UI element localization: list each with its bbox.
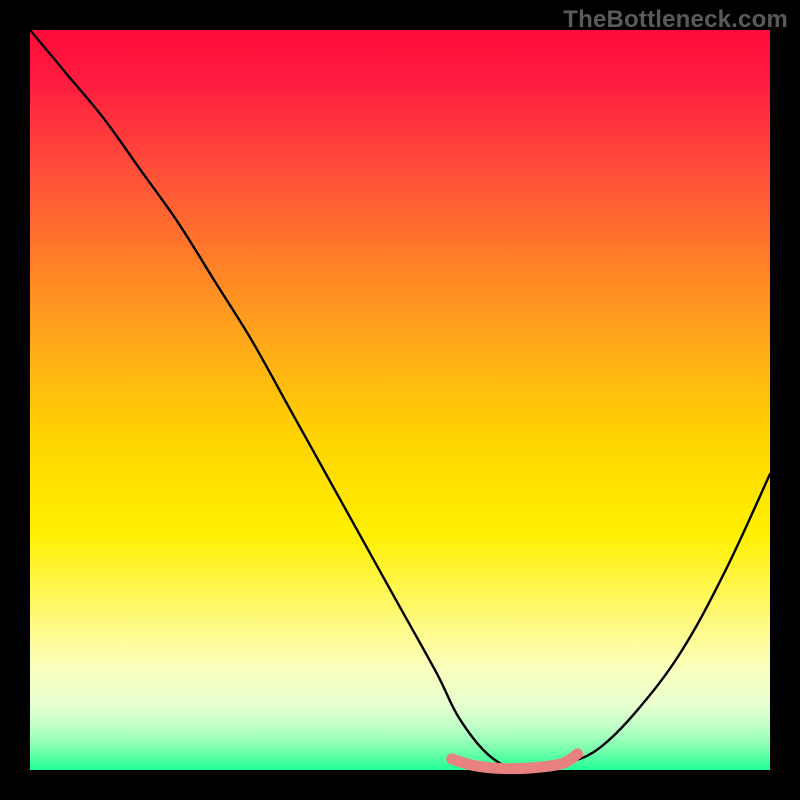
bottleneck-curve bbox=[30, 30, 770, 772]
curve-layer bbox=[30, 30, 770, 770]
chart-frame: TheBottleneck.com bbox=[0, 0, 800, 800]
plot-area bbox=[30, 30, 770, 770]
watermark-text: TheBottleneck.com bbox=[563, 6, 788, 34]
optimal-flat-marker bbox=[452, 754, 578, 769]
